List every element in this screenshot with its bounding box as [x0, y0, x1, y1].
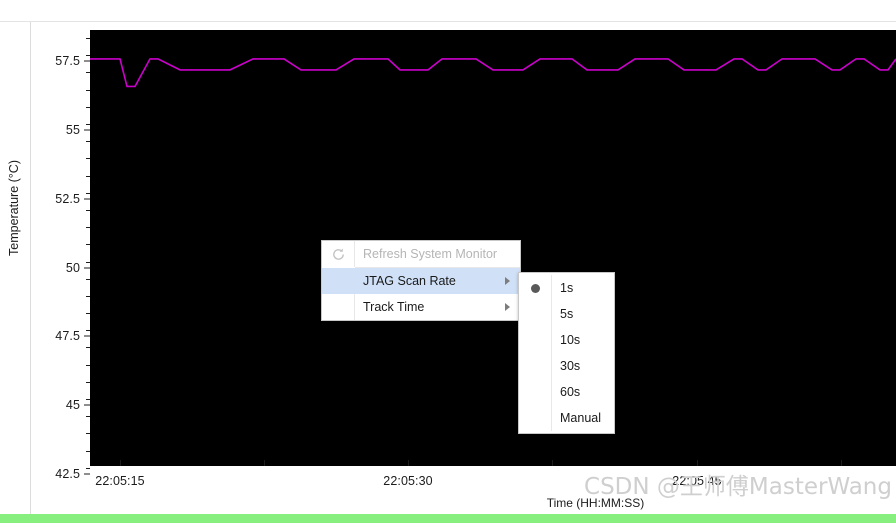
bottom-status-bar	[0, 514, 896, 523]
menu-item-label: Refresh System Monitor	[363, 247, 498, 261]
x-tick-label: 22:05:30	[383, 474, 433, 488]
submenu-item-check-slot	[519, 275, 552, 301]
submenu-item-manual[interactable]: Manual	[519, 405, 614, 431]
y-tick-label: 42.5	[55, 467, 80, 481]
submenu-item-check-slot	[519, 301, 552, 327]
x-tick-mark	[120, 460, 121, 466]
radio-selected-icon	[530, 283, 540, 293]
menu-item-label: Track Time	[363, 300, 425, 314]
menu-item-refresh-system-monitor[interactable]: Refresh System Monitor	[322, 241, 520, 267]
submenu-item-label: 10s	[560, 333, 581, 347]
menu-item-jtag-scan-rate[interactable]: JTAG Scan Rate	[322, 268, 520, 294]
jtag-scan-rate-submenu[interactable]: 1s 5s 10s 30s 60s Manual	[518, 272, 615, 434]
refresh-icon	[332, 248, 344, 260]
submenu-item-check-slot	[519, 327, 552, 353]
submenu-item-check-slot	[519, 405, 552, 431]
submenu-item-label: 60s	[560, 385, 581, 399]
menu-item-label: JTAG Scan Rate	[363, 274, 456, 288]
submenu-item-5s[interactable]: 5s	[519, 301, 614, 327]
menu-item-icon-slot	[322, 294, 355, 320]
x-axis-title-text: Time (HH:MM:SS)	[546, 496, 645, 510]
chevron-right-icon	[505, 303, 510, 311]
y-tick-label: 50	[65, 260, 80, 275]
submenu-item-check-slot	[519, 379, 552, 405]
y-axis: Temperature (°C) 57.5 55 52.5 50 47.5 45 42.5	[7, 30, 90, 481]
x-tick-label: 22:05:15	[95, 474, 145, 488]
x-tick-mark	[264, 460, 265, 466]
x-axis-title: Time (HH:MM:SS)	[31, 496, 896, 510]
context-menu[interactable]: Refresh System Monitor JTAG Scan Rate Tr…	[321, 240, 521, 321]
x-tick-mark	[841, 460, 842, 466]
x-tick-mark	[552, 460, 553, 466]
x-tick-label: 22:05:45	[672, 474, 722, 488]
menu-item-icon-slot	[322, 241, 355, 267]
y-tick-label: 55	[65, 123, 80, 138]
x-tick-mark	[408, 460, 409, 466]
submenu-item-10s[interactable]: 10s	[519, 327, 614, 353]
submenu-item-label: Manual	[560, 411, 601, 425]
y-axis-title: Temperature (°C)	[7, 160, 21, 256]
y-tick-label: 52.5	[55, 191, 80, 206]
y-tick-label: 57.5	[55, 54, 80, 69]
submenu-item-60s[interactable]: 60s	[519, 379, 614, 405]
menu-item-track-time[interactable]: Track Time	[322, 294, 520, 320]
submenu-item-label: 1s	[560, 281, 574, 295]
submenu-item-check-slot	[519, 353, 552, 379]
submenu-item-label: 5s	[560, 307, 574, 321]
y-tick-label: 47.5	[55, 329, 80, 344]
submenu-item-label: 30s	[560, 359, 581, 373]
menu-item-icon-slot	[322, 268, 355, 294]
x-tick-mark	[697, 460, 698, 466]
submenu-item-1s[interactable]: 1s	[519, 275, 614, 301]
submenu-item-30s[interactable]: 30s	[519, 353, 614, 379]
chevron-right-icon	[505, 277, 510, 285]
application-window: Temperature (°C) 57.5 55 52.5 50 47.5 45 42.5 …	[0, 0, 896, 523]
y-tick-label: 45	[65, 398, 80, 413]
